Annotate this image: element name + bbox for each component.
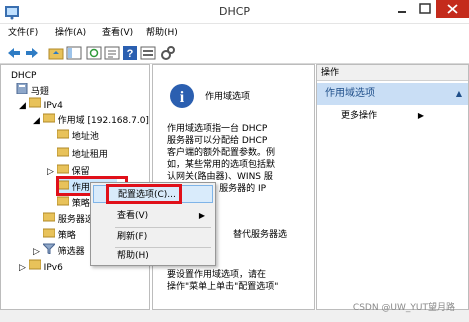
ipv6-icon	[28, 259, 42, 270]
menu-file[interactable]: 文件(F)	[8, 24, 38, 42]
folder-icon	[56, 129, 70, 139]
tree-item-label: 策略	[71, 199, 90, 209]
tree-item-ipv6[interactable]: ▷ IPv6	[19, 259, 63, 273]
menu-item-view[interactable]: 查看(V) ▶	[93, 207, 213, 225]
collapse-triangle-icon[interactable]: ▲	[456, 83, 462, 105]
up-folder-icon[interactable]	[48, 45, 64, 61]
info-line: 要设置作用域选项，请在	[167, 270, 267, 280]
info-icon: i	[169, 83, 195, 109]
expand-arrow-icon[interactable]: ▷	[47, 167, 54, 177]
svg-text:?: ?	[127, 48, 134, 60]
expand-arrow-icon[interactable]: ▷	[33, 247, 40, 257]
tree-item-reservations[interactable]: ▷ 保留	[47, 163, 90, 177]
forward-arrow-icon[interactable]	[24, 45, 40, 61]
more-actions-link[interactable]: 更多操作 ▶	[341, 109, 424, 123]
actions-pane: 操作 作用域选项 ▲ 更多操作 ▶	[316, 64, 469, 310]
tree-item-label: 马翅	[30, 87, 49, 97]
help-icon[interactable]: ?	[122, 45, 138, 61]
info-line: 客户端的额外配置参数。例	[167, 148, 276, 158]
tree-item-label: 筛选器	[57, 247, 85, 257]
actions-header: 操作	[317, 65, 468, 81]
info-line: 作用域选项指一台 DHCP	[167, 124, 268, 134]
submenu-arrow-icon: ▶	[198, 211, 205, 220]
show-tree-icon[interactable]	[66, 45, 82, 61]
menu-action[interactable]: 操作(A)	[55, 24, 86, 42]
folder-icon	[56, 164, 70, 174]
tree-item-label: 地址租用	[71, 150, 108, 160]
folder-icon	[56, 196, 70, 206]
maximize-button[interactable]	[414, 0, 436, 18]
properties-icon[interactable]	[140, 45, 156, 61]
menu-help[interactable]: 帮助(H)	[146, 24, 178, 42]
folder-icon	[42, 228, 56, 238]
tree-item-label: 策略	[57, 231, 76, 241]
tree-item-label: IPv6	[43, 263, 63, 273]
tree-item-label: DHCP	[11, 71, 37, 81]
filter-icon	[41, 243, 57, 255]
menu-view[interactable]: 查看(V)	[102, 24, 133, 42]
export-list-icon[interactable]	[104, 45, 120, 61]
tree-item-filters[interactable]: ▷ 筛选器	[33, 243, 85, 257]
menu-bar: 文件(F) 操作(A) 查看(V) 帮助(H)	[0, 24, 469, 42]
tree-item-dhcp[interactable]: DHCP	[11, 69, 36, 83]
ipv4-icon	[28, 97, 42, 108]
info-line: 操作"菜单上单击"配置选项"	[167, 282, 279, 292]
refresh-icon[interactable]	[86, 45, 102, 61]
folder-icon	[56, 147, 70, 157]
server-options-icon[interactable]	[160, 45, 176, 61]
info-heading: 作用域选项	[205, 92, 251, 102]
server-icon	[16, 82, 28, 95]
close-button[interactable]	[436, 0, 469, 18]
tree-item-scope-policies[interactable]: 策略	[56, 195, 90, 209]
actions-section-label: 作用域选项	[325, 88, 375, 99]
tree-item-policies[interactable]: 策略	[42, 227, 76, 241]
toolbar: ?	[0, 42, 469, 64]
highlight-box-menu	[106, 184, 182, 204]
folder-icon	[42, 113, 56, 123]
menu-item-label: 刷新(F)	[117, 232, 148, 242]
minimize-button[interactable]	[390, 0, 414, 18]
folder-icon	[42, 212, 56, 222]
tree-item-address-pool[interactable]: 地址池	[56, 128, 99, 142]
info-paragraph-2: 替代服务器选	[233, 230, 288, 240]
expand-arrow-icon[interactable]: ▷	[19, 263, 26, 273]
tree-item-ipv4[interactable]: ◢ IPv4	[19, 97, 63, 111]
actions-section-scope-options[interactable]: 作用域选项 ▲	[317, 83, 468, 105]
tree-item-scope[interactable]: ◢ 作用域 [192.168.7.0]	[33, 112, 149, 126]
tree-item-label: IPv4	[43, 101, 63, 111]
svg-text:i: i	[180, 89, 185, 106]
tree-item-server[interactable]: 马翅	[16, 82, 49, 97]
chevron-right-icon: ▶	[417, 111, 425, 120]
menu-item-refresh[interactable]: 刷新(F)	[93, 228, 213, 246]
watermark: CSDN @UW_YUT望月路	[352, 303, 455, 313]
tree-item-label: 作用域 [192.168.7.0]	[57, 116, 149, 126]
tree-item-address-leases[interactable]: 地址租用	[56, 146, 108, 160]
menu-item-label: 帮助(H)	[117, 251, 149, 261]
menu-item-label: 查看(V)	[117, 211, 149, 221]
back-arrow-icon[interactable]	[6, 45, 22, 61]
more-actions-label: 更多操作	[341, 111, 378, 121]
collapse-arrow-icon[interactable]: ◢	[19, 101, 26, 111]
info-line: 服务器可以分配给 DHCP	[167, 136, 268, 146]
tree-item-label: 地址池	[71, 132, 99, 142]
info-paragraph-3: 要设置作用域选项，请在 操作"菜单上单击"配置选项"	[167, 269, 315, 293]
menu-item-help[interactable]: 帮助(H)	[93, 247, 213, 265]
info-line: 如，某些常用的选项包括默	[167, 160, 276, 170]
collapse-arrow-icon[interactable]: ◢	[33, 116, 40, 126]
